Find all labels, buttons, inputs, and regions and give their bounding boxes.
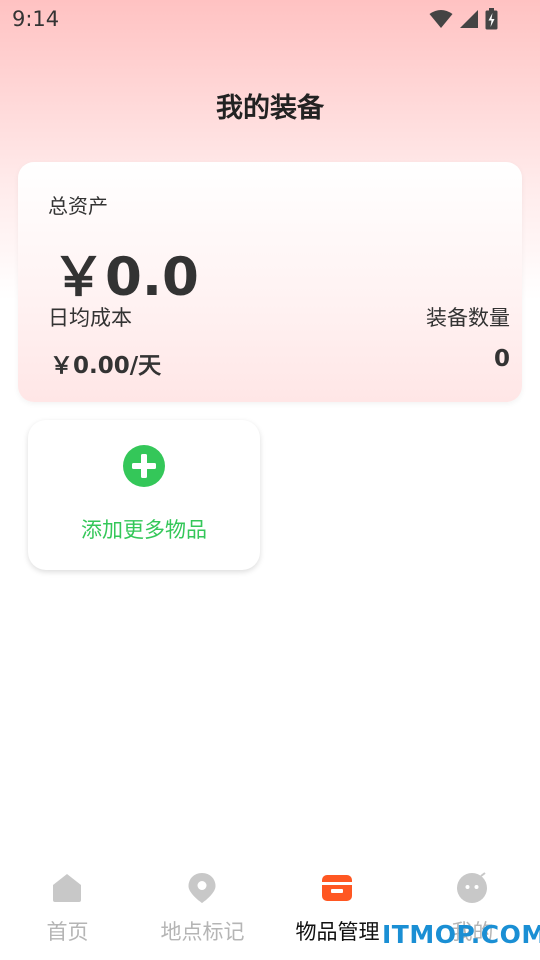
tab-location-marks[interactable]: 地点标记 [135,862,270,960]
daily-cost-label: 日均成本 [48,306,132,330]
status-bar: 9:14 [0,0,540,38]
wifi-icon [429,10,453,28]
location-pin-icon [188,873,216,903]
asset-summary-card: 总资产 ￥0.0 日均成本 装备数量 ￥0.00/天 0 [18,162,522,402]
daily-cost-value: ￥0.00/天 [50,353,162,379]
total-assets-value: ￥0.0 [52,247,199,308]
home-icon [53,874,81,902]
item-box-icon [322,875,352,901]
status-time: 9:14 [12,7,60,31]
cellular-signal-icon [460,10,478,28]
profile-face-icon [457,872,487,903]
item-count-label: 装备数量 [426,306,510,330]
item-count-value: 0 [493,346,510,372]
tab-home[interactable]: 首页 [0,862,135,960]
add-item-label: 添加更多物品 [81,518,207,542]
add-item-button[interactable]: 添加更多物品 [28,420,260,570]
status-icons [429,8,498,30]
tab-location-label: 地点标记 [160,920,245,944]
total-assets-label: 总资产 [48,194,108,218]
plus-circle-icon [123,445,165,487]
battery-charging-icon [485,8,498,30]
tab-home-label: 首页 [46,920,89,944]
page-title: 我的装备 [216,93,324,124]
site-watermark: ITMOP.COM [382,920,540,949]
